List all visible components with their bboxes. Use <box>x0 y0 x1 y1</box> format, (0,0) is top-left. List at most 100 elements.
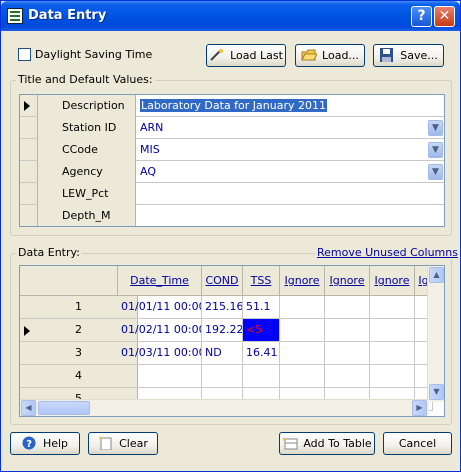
current-row-arrow-icon <box>24 326 30 336</box>
field-value-select[interactable]: MIS <box>137 139 444 161</box>
title-bar[interactable]: Data Entry ? ✕ <box>1 1 460 31</box>
data-cell[interactable]: 01/03/11 00:00 <box>118 342 202 365</box>
field-name: Description <box>38 95 136 117</box>
data-entry-window: Data Entry ? ✕ Daylight Saving Time Load… <box>0 0 461 472</box>
field-value-select[interactable]: ARN <box>137 117 444 139</box>
column-header[interactable]: Ignore <box>370 266 415 296</box>
row-header <box>20 117 38 139</box>
data-cell[interactable] <box>325 342 370 365</box>
window-title: Data Entry <box>28 8 107 23</box>
save-button[interactable]: Save... <box>373 44 444 67</box>
title-close-button[interactable]: ✕ <box>434 6 455 27</box>
data-cell[interactable]: 01/02/11 00:00 <box>118 319 202 342</box>
default-row-ccode[interactable]: CCode MIS ▼ <box>20 139 444 161</box>
data-cell[interactable]: 16.41 <box>243 342 280 365</box>
current-row-arrow-icon <box>24 101 30 111</box>
title-defaults-group-label: Title and Default Values: <box>16 73 155 86</box>
row-header <box>20 95 38 117</box>
data-cell[interactable] <box>370 342 415 365</box>
scroll-left-icon[interactable]: ◀ <box>21 400 36 416</box>
data-cell[interactable] <box>243 365 280 388</box>
add-table-icon <box>282 436 298 450</box>
data-cell[interactable] <box>325 296 370 319</box>
data-cell[interactable] <box>280 342 325 365</box>
daylight-saving-checkbox[interactable] <box>18 48 31 61</box>
help-icon: ? <box>22 436 38 450</box>
add-to-table-button[interactable]: Add To Table <box>279 432 375 455</box>
data-cell[interactable] <box>118 365 202 388</box>
default-row-agency[interactable]: Agency AQ ▼ <box>20 161 444 183</box>
description-value[interactable]: Laboratory Data for January 2011 <box>140 99 327 112</box>
horizontal-scroll-thumb[interactable] <box>38 401 90 415</box>
data-cell[interactable]: 51.1 <box>243 296 280 319</box>
data-cell[interactable] <box>325 319 370 342</box>
data-cell[interactable] <box>280 365 325 388</box>
wand-icon <box>209 48 225 62</box>
column-header[interactable]: TSS <box>243 266 280 296</box>
load-last-label: Load Last <box>230 49 283 62</box>
cancel-label: Cancel <box>398 437 437 450</box>
column-header[interactable]: Ignore <box>325 266 370 296</box>
load-last-button[interactable]: Load Last <box>206 44 286 67</box>
data-cell[interactable]: ND <box>202 342 243 365</box>
data-cell[interactable] <box>370 365 415 388</box>
data-cell[interactable] <box>280 296 325 319</box>
data-cell[interactable]: 01/01/11 00:00 <box>118 296 202 319</box>
chevron-down-icon[interactable]: ▼ <box>428 120 443 136</box>
new-document-icon <box>98 436 114 451</box>
load-button[interactable]: Load... <box>295 44 365 67</box>
chevron-down-icon[interactable]: ▼ <box>428 142 443 158</box>
default-row-lew-pct[interactable]: LEW_Pct <box>20 183 444 205</box>
field-value-input[interactable]: Laboratory Data for January 2011 <box>137 95 444 117</box>
load-label: Load... <box>322 49 359 62</box>
save-label: Save... <box>400 49 438 62</box>
default-row-description[interactable]: Description Laboratory Data for January … <box>20 95 444 117</box>
data-cell[interactable] <box>280 319 325 342</box>
default-row-station-id[interactable]: Station ID ARN ▼ <box>20 117 444 139</box>
scroll-down-icon[interactable]: ▼ <box>429 384 444 400</box>
floppy-disk-icon <box>379 48 395 62</box>
chevron-down-icon[interactable]: ▼ <box>428 164 443 180</box>
table-app-icon <box>7 8 23 24</box>
data-cell[interactable] <box>325 365 370 388</box>
column-header[interactable]: Date_Time <box>118 266 202 296</box>
remove-unused-columns-link[interactable]: Remove Unused Columns <box>315 246 460 259</box>
field-name: Station ID <box>38 117 136 139</box>
data-cell[interactable]: 215.16 <box>202 296 243 319</box>
svg-text:?: ? <box>26 439 32 450</box>
field-value-input[interactable] <box>137 205 444 226</box>
default-row-depth-m[interactable]: Depth_M <box>20 205 444 226</box>
column-header[interactable]: Ignore <box>280 266 325 296</box>
add-to-table-label: Add To Table <box>303 437 372 450</box>
column-header[interactable]: COND <box>202 266 243 296</box>
field-value-select[interactable]: AQ <box>137 161 444 183</box>
row-header <box>20 161 38 183</box>
data-cell[interactable] <box>370 319 415 342</box>
field-name: Depth_M <box>38 205 136 226</box>
row-header <box>20 205 38 226</box>
vertical-scrollbar[interactable]: ▲ ▼ <box>427 266 444 402</box>
row-header <box>20 139 38 161</box>
help-label: Help <box>42 437 69 450</box>
field-name: Agency <box>38 161 136 183</box>
row-header <box>20 183 38 205</box>
cancel-button[interactable]: Cancel <box>383 432 452 455</box>
data-cell[interactable]: 192.22 <box>202 319 243 342</box>
scroll-up-icon[interactable]: ▲ <box>429 267 444 283</box>
help-button[interactable]: ? Help <box>10 432 80 455</box>
data-cell[interactable] <box>370 296 415 319</box>
horizontal-scrollbar[interactable]: ◀ ▶ <box>20 399 429 416</box>
data-entry-grid: Date_Time COND TSS Ignore Ignore Ignore … <box>19 265 445 417</box>
open-folder-icon <box>301 48 318 62</box>
field-name: LEW_Pct <box>38 183 136 205</box>
clear-label: Clear <box>119 437 148 450</box>
data-cell[interactable] <box>202 365 243 388</box>
title-defaults-grid: Description Laboratory Data for January … <box>19 94 445 227</box>
field-value-input[interactable] <box>137 183 444 205</box>
invalid-data-cell[interactable]: <5 <box>243 319 280 342</box>
scroll-right-icon[interactable]: ▶ <box>412 400 427 416</box>
title-help-button[interactable]: ? <box>411 6 432 27</box>
clear-button[interactable]: Clear <box>88 432 158 455</box>
daylight-saving-label: Daylight Saving Time <box>35 48 153 61</box>
data-entry-group-label: Data Entry: <box>16 246 82 259</box>
